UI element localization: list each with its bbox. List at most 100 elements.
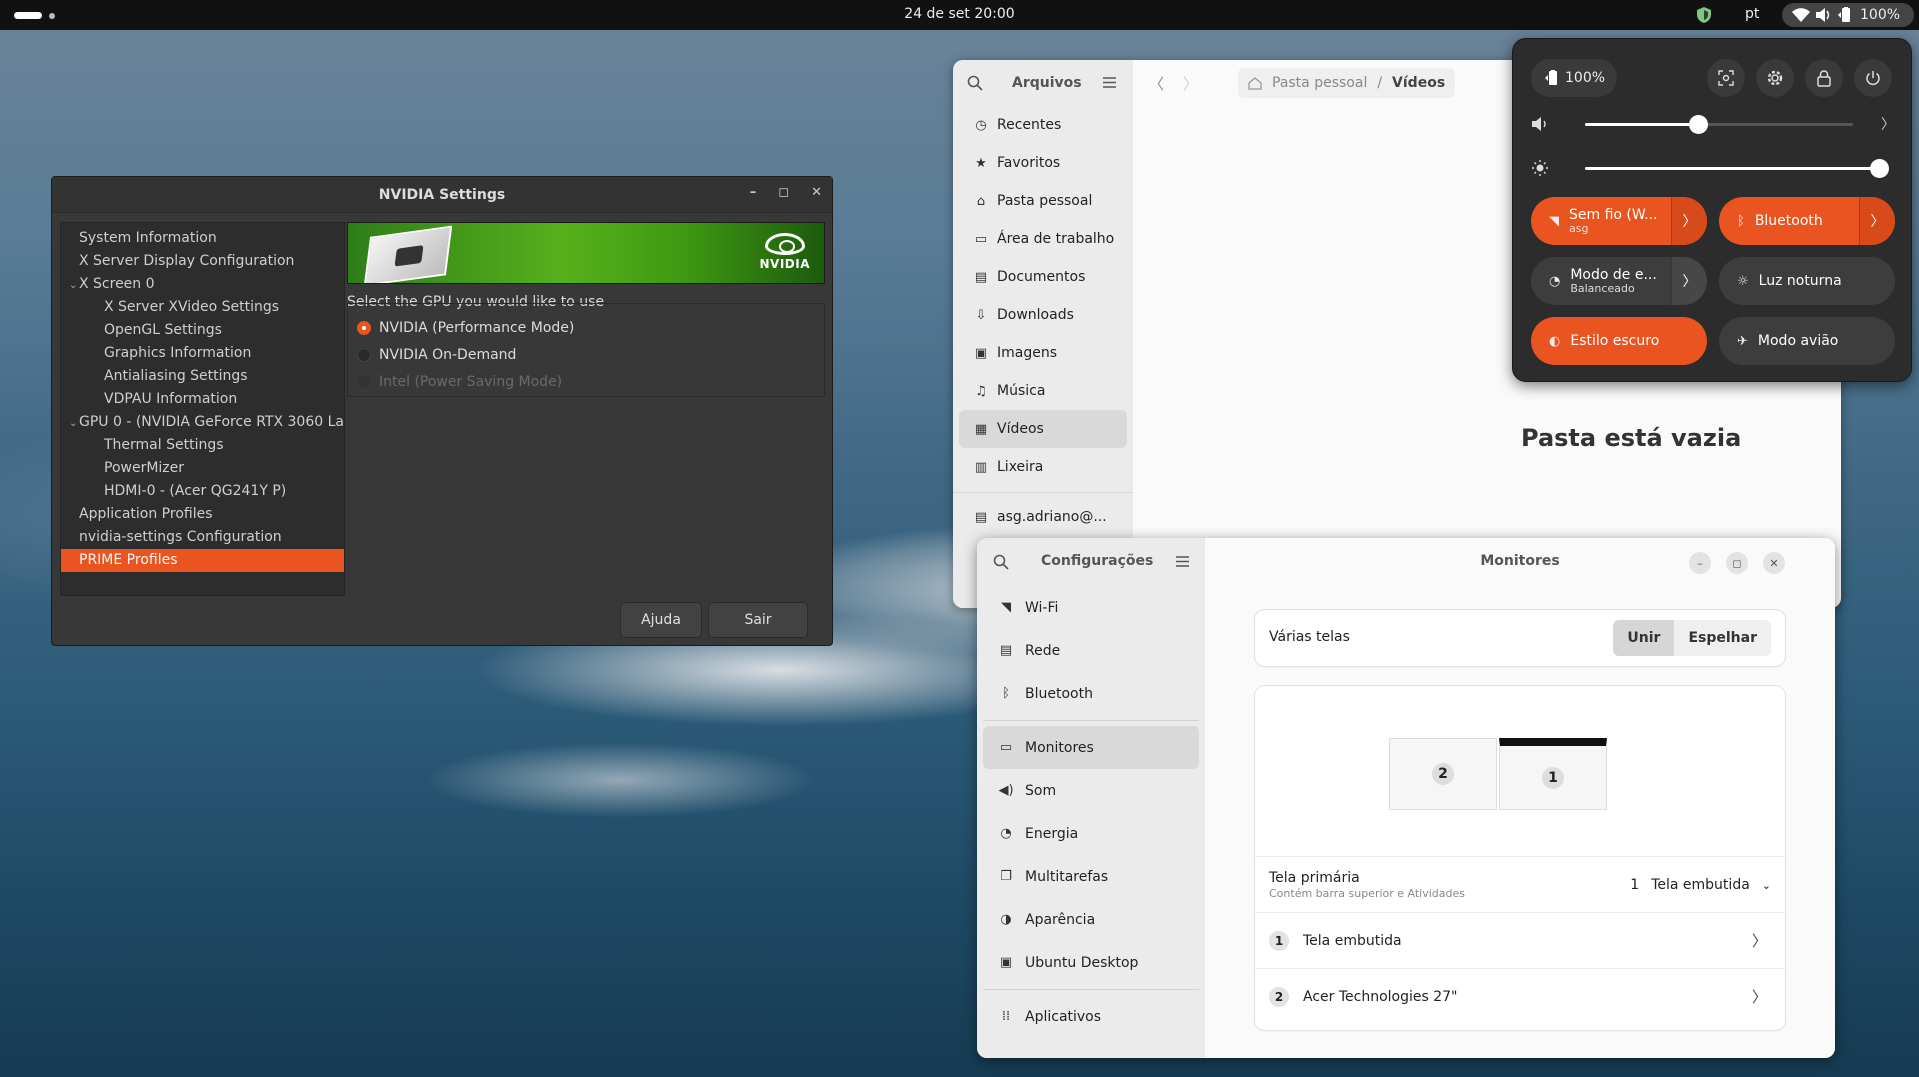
chevron-right-icon[interactable]: 〉 bbox=[1859, 197, 1895, 245]
sidebar-item-imagens[interactable]: ▣ Imagens bbox=[953, 334, 1133, 372]
sidebar-item-v-deos[interactable]: ▦ Vídeos bbox=[959, 410, 1127, 448]
sidebar-item-documentos[interactable]: ▤ Documentos bbox=[953, 258, 1133, 296]
battery-button[interactable]: 100% bbox=[1531, 59, 1617, 97]
settings-button[interactable] bbox=[1756, 59, 1794, 97]
sidebar-item-m-sica[interactable]: ♫ Música bbox=[953, 372, 1133, 410]
monitor-icon: ▭ bbox=[999, 740, 1013, 755]
lock-button[interactable] bbox=[1805, 59, 1843, 97]
chevron-right-icon[interactable]: 〉 bbox=[1671, 197, 1707, 245]
sidebar-item-ubuntu-desktop[interactable]: ▣ Ubuntu Desktop bbox=[977, 941, 1205, 984]
power-button[interactable] bbox=[1854, 59, 1892, 97]
primary-display-dropdown[interactable]: 1 Tela embutida ⌄ bbox=[1630, 877, 1771, 893]
brightness-slider[interactable] bbox=[1531, 153, 1895, 183]
quit-button[interactable]: Sair bbox=[708, 602, 808, 638]
quick-toggle[interactable]: ◔ Modo de e... Balanceado 〉 bbox=[1531, 257, 1707, 305]
sidebar-item-som[interactable]: ◀) Som bbox=[977, 769, 1205, 812]
sidebar-item-wi-fi[interactable]: ◥ Wi-Fi bbox=[977, 586, 1205, 629]
display-row[interactable]: 2 Acer Technologies 27" 〉 bbox=[1255, 969, 1785, 1024]
tree-item[interactable]: Thermal Settings bbox=[61, 434, 344, 457]
path-current[interactable]: Vídeos bbox=[1392, 75, 1445, 91]
tree-item[interactable]: Graphics Information bbox=[61, 342, 344, 365]
quick-toggle[interactable]: ☼ Luz noturna bbox=[1719, 257, 1895, 305]
sidebar-item-lixeira[interactable]: ▥ Lixeira bbox=[953, 448, 1133, 486]
sidebar-item-multitarefas[interactable]: ❐ Multitarefas bbox=[977, 855, 1205, 898]
tree-item[interactable]: Antialiasing Settings bbox=[61, 365, 344, 388]
sidebar-item-network[interactable]: ▤ asg.adriano@... bbox=[953, 498, 1133, 536]
close-icon[interactable]: ✕ bbox=[811, 185, 822, 200]
workspace-dot[interactable] bbox=[49, 13, 55, 19]
tree-item[interactable]: System Information bbox=[61, 227, 344, 250]
activities-indicator[interactable] bbox=[14, 12, 42, 19]
chevron-down-icon[interactable]: ⌄ bbox=[69, 274, 79, 296]
sidebar-item--rea-de-trabalho[interactable]: ▭ Área de trabalho bbox=[953, 220, 1133, 258]
chevron-right-icon[interactable]: 〉 bbox=[1671, 257, 1707, 305]
search-icon[interactable] bbox=[993, 554, 1009, 570]
monitor-1-preview[interactable]: 1 bbox=[1499, 738, 1607, 810]
tree-item[interactable]: ⌄ GPU 0 - (NVIDIA GeForce RTX 3060 Lapt bbox=[61, 411, 344, 434]
volume-knob[interactable] bbox=[1688, 115, 1708, 134]
chevron-down-icon: ⌄ bbox=[1761, 878, 1771, 892]
menu-icon[interactable] bbox=[1176, 556, 1189, 567]
tree-item[interactable]: X Server Display Configuration bbox=[61, 250, 344, 273]
sidebar-item-aplicativos[interactable]: ⁞⁞ Aplicativos bbox=[977, 995, 1205, 1038]
tree-item[interactable]: PowerMizer bbox=[61, 457, 344, 480]
tree-item[interactable]: X Server XVideo Settings bbox=[61, 296, 344, 319]
tree-item[interactable]: nvidia-settings Configuration bbox=[61, 526, 344, 549]
path-home[interactable]: Pasta pessoal bbox=[1272, 75, 1367, 91]
sidebar-item-apar-ncia[interactable]: ◑ Aparência bbox=[977, 898, 1205, 941]
gpu-options-group: NVIDIA (Performance Mode) NVIDIA On-Deman… bbox=[347, 303, 825, 397]
gpu-option-radio[interactable]: NVIDIA (Performance Mode) bbox=[348, 314, 824, 341]
sidebar-item-downloads[interactable]: ⇩ Downloads bbox=[953, 296, 1133, 334]
forward-icon[interactable]: 〉 bbox=[1183, 73, 1198, 94]
shield-icon[interactable] bbox=[1697, 7, 1711, 23]
clock[interactable]: 24 de set 20:00 bbox=[904, 6, 1014, 22]
gpu-option-radio[interactable]: NVIDIA On-Demand bbox=[348, 341, 824, 368]
tree-item[interactable]: VDPAU Information bbox=[61, 388, 344, 411]
sidebar-item-recentes[interactable]: ◷ Recentes bbox=[953, 106, 1133, 144]
volume-slider[interactable]: 〉 bbox=[1531, 109, 1895, 139]
tree-item[interactable]: OpenGL Settings bbox=[61, 319, 344, 342]
monitor-2-preview[interactable]: 2 bbox=[1389, 738, 1497, 810]
settings-window: Configurações ◥ Wi-Fi ▤ Rede ᛒ Bluetooth ▭ Moni… bbox=[977, 538, 1835, 1058]
primary-display-row[interactable]: Tela primária Contém barra superior e At… bbox=[1255, 858, 1785, 912]
quick-toggle[interactable]: ◐ Estilo escuro bbox=[1531, 317, 1707, 365]
sidebar-item-favoritos[interactable]: ★ Favoritos bbox=[953, 144, 1133, 182]
music-icon: ♫ bbox=[975, 383, 987, 399]
sidebar-item-rede[interactable]: ▤ Rede bbox=[977, 629, 1205, 672]
server-icon: ▤ bbox=[974, 509, 988, 525]
language-indicator[interactable]: pt bbox=[1745, 6, 1759, 22]
system-menu[interactable]: 100% bbox=[1782, 3, 1914, 27]
tree-item[interactable]: PRIME Profiles bbox=[61, 549, 344, 572]
chevron-down-icon[interactable]: ⌄ bbox=[69, 412, 79, 434]
brightness-knob[interactable] bbox=[1870, 159, 1889, 178]
maximize-icon[interactable]: ◻ bbox=[778, 185, 789, 200]
sidebar-item-monitores[interactable]: ▭ Monitores bbox=[983, 726, 1199, 769]
tree-item[interactable]: HDMI-0 - (Acer QG241Y P) bbox=[61, 480, 344, 503]
tree-item[interactable]: Application Profiles bbox=[61, 503, 344, 526]
sidebar-item-bluetooth[interactable]: ᛒ Bluetooth bbox=[977, 672, 1205, 715]
quick-toggle[interactable]: ◥ Sem fio (W... asg 〉 bbox=[1531, 197, 1707, 245]
sidebar-item-energia[interactable]: ◔ Energia bbox=[977, 812, 1205, 855]
help-button[interactable]: Ajuda bbox=[620, 602, 702, 638]
quick-toggle[interactable]: ✈ Modo avião bbox=[1719, 317, 1895, 365]
minimize-icon[interactable]: – bbox=[750, 185, 757, 200]
sidebar-separator bbox=[983, 720, 1199, 721]
minimize-icon[interactable]: – bbox=[1689, 552, 1711, 574]
search-icon[interactable] bbox=[967, 75, 983, 91]
maximize-icon[interactable]: ◻ bbox=[1726, 552, 1748, 574]
lock-icon bbox=[1817, 69, 1831, 87]
mirror-button[interactable]: Espelhar bbox=[1674, 620, 1771, 656]
display-row[interactable]: 1 Tela embutida 〉 bbox=[1255, 913, 1785, 968]
join-button[interactable]: Unir bbox=[1613, 620, 1675, 656]
chevron-right-icon[interactable]: 〉 bbox=[1881, 114, 1895, 134]
quick-toggle[interactable]: ᛒ Bluetooth 〉 bbox=[1719, 197, 1895, 245]
tree-item[interactable]: ⌄ X Screen 0 bbox=[61, 273, 344, 296]
menu-icon[interactable] bbox=[1103, 77, 1116, 88]
back-icon[interactable]: 〈 bbox=[1149, 73, 1164, 94]
sidebar-item-pasta-pessoal[interactable]: ⌂ Pasta pessoal bbox=[953, 182, 1133, 220]
close-icon[interactable]: ✕ bbox=[1763, 552, 1785, 574]
nvidia-settings-window: NVIDIA Settings – ◻ ✕ System Information… bbox=[51, 176, 833, 646]
network-icon: ▤ bbox=[999, 643, 1013, 658]
screenshot-button[interactable] bbox=[1707, 59, 1745, 97]
window-titlebar[interactable]: NVIDIA Settings – ◻ ✕ bbox=[52, 177, 832, 213]
